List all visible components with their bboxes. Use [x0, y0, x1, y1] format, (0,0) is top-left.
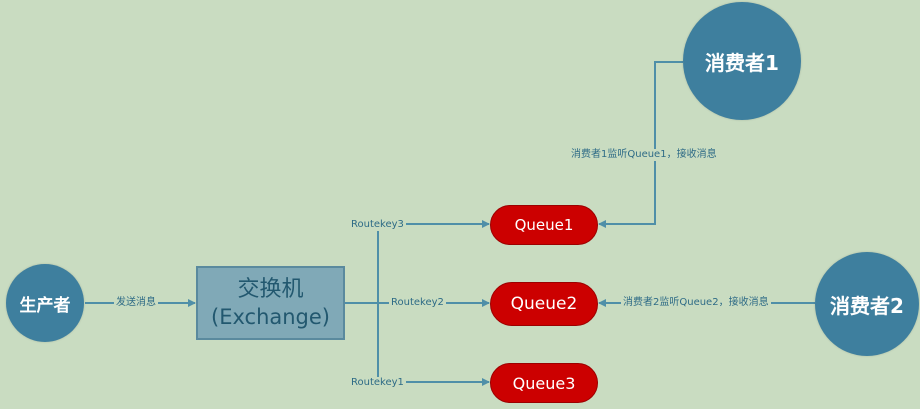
- queue1-label: Queue1: [514, 216, 574, 234]
- diagram-canvas: 生产者 交换机 (Exchange) Queue1 Queue2 Queue3 …: [0, 0, 920, 409]
- queue2-node: Queue2: [490, 282, 598, 326]
- consumer1-listen-label: 消费者1监听Queue1，接收消息: [569, 149, 719, 161]
- arrow-consumer1-to-queue1: [598, 61, 683, 228]
- consumer2-listen-label: 消费者2监听Queue2，接收消息: [621, 297, 771, 309]
- producer-node: 生产者: [6, 264, 84, 342]
- queue1-node: Queue1: [490, 205, 598, 245]
- consumer1-node: 消费者1: [683, 2, 801, 120]
- exchange-node: 交换机 (Exchange): [196, 266, 345, 340]
- queue2-label: Queue2: [510, 294, 578, 314]
- queue3-label: Queue3: [512, 373, 576, 393]
- routekey3-label: Routekey3: [349, 219, 406, 231]
- exchange-title: 交换机: [237, 277, 304, 303]
- queue3-node: Queue3: [490, 363, 598, 403]
- producer-label: 生产者: [19, 295, 71, 316]
- consumer1-label: 消费者1: [705, 50, 779, 75]
- send-message-label: 发送消息: [114, 297, 158, 309]
- consumer2-node: 消费者2: [815, 252, 919, 356]
- routekey1-label: Routekey1: [349, 377, 406, 389]
- routekey2-label: Routekey2: [389, 297, 446, 309]
- exchange-subtitle: (Exchange): [211, 304, 330, 329]
- consumer2-label: 消费者2: [830, 293, 904, 318]
